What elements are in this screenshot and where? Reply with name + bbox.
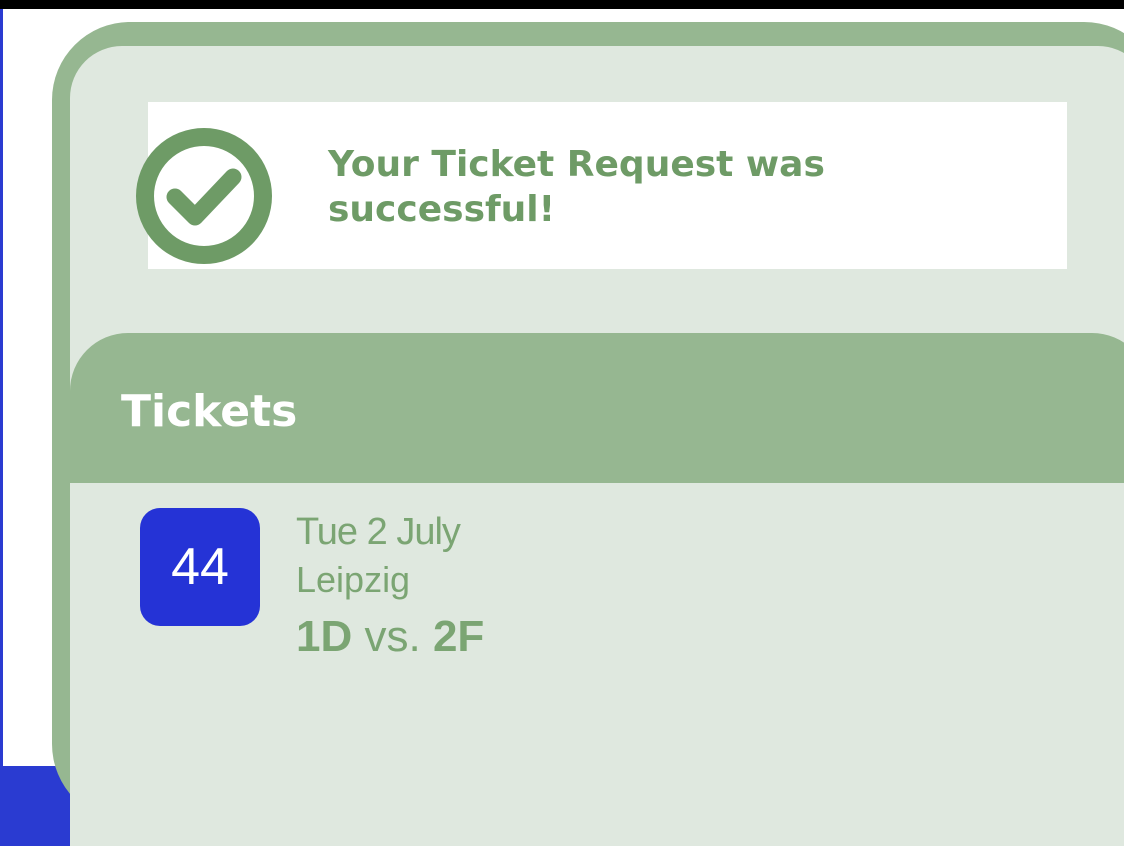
tickets-title: Tickets xyxy=(121,386,298,437)
match-number-badge: 44 xyxy=(140,508,260,626)
versus-label: vs. xyxy=(364,612,421,661)
ticket-venue: Leipzig xyxy=(296,559,411,600)
away-team: 2F xyxy=(432,612,485,661)
ticket-fixture: 1D vs. 2F xyxy=(296,610,484,664)
ticket-item[interactable]: 44 Tue 2 July Leipzig 1D vs. 2F xyxy=(140,508,840,661)
home-team: 1D xyxy=(296,612,353,661)
top-status-bar xyxy=(0,0,1124,9)
check-circle-icon xyxy=(136,128,272,264)
success-message: Your Ticket Request was successful! xyxy=(328,144,825,230)
ticket-date: Tue 2 July xyxy=(296,511,461,553)
